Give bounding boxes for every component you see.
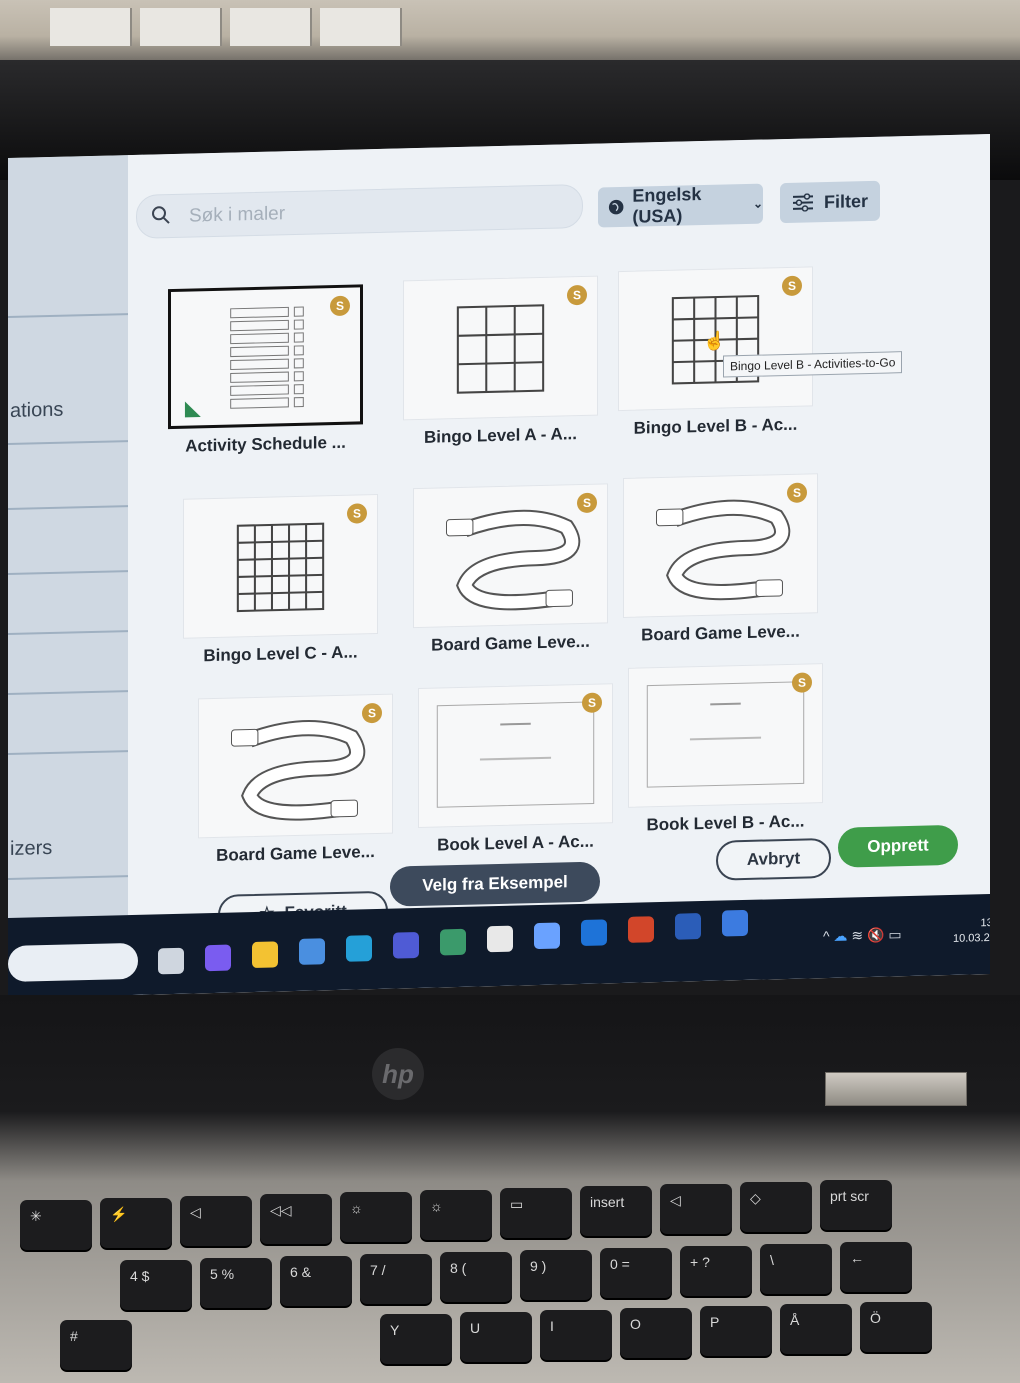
binder (230, 8, 312, 46)
create-label: Opprett (867, 835, 929, 856)
sidebar: ations izers (8, 154, 143, 998)
binder (320, 8, 402, 46)
cancel-label: Avbryt (746, 848, 801, 869)
binder (50, 8, 132, 46)
teams-icon[interactable] (393, 931, 419, 959)
template-card[interactable]: S Bingo Level A - A... (403, 275, 598, 449)
file-explorer-icon[interactable] (252, 941, 278, 969)
template-title: Book Level A - Ac... (437, 831, 594, 855)
example-label: Velg fra Eksempel (422, 872, 568, 895)
language-dropdown[interactable]: Engelsk (USA) ⌄ (598, 183, 763, 228)
chevron-down-icon: ⌄ (752, 196, 763, 211)
mouse-cursor: ☝ (703, 330, 726, 352)
store-icon[interactable] (299, 938, 325, 965)
template-card[interactable]: S Board Game Leve... (413, 483, 608, 656)
volume-muted-icon[interactable]: 🔇 (867, 927, 884, 943)
widgets-icon[interactable] (158, 947, 184, 975)
system-tray[interactable]: ^ ☁ ≋ 🔇 ▭ (823, 926, 902, 945)
language-label: Engelsk (USA) (632, 184, 702, 227)
template-title: Activity Schedule ... (185, 432, 346, 456)
template-thumbnail[interactable]: S (183, 493, 378, 639)
taskbar-search[interactable] (8, 942, 138, 982)
template-title: Bingo Level B - Ac... (633, 414, 798, 438)
battery-icon[interactable]: ▭ (888, 926, 901, 942)
clock-time: 13:19 (980, 916, 990, 930)
keyboard: ✳ ⚡ ◁ ◁◁ ☼ ☼ ▭ insert ◁ ◇ prt scr 4 $ 5 … (0, 1180, 1020, 1383)
template-thumbnail[interactable]: S (418, 683, 613, 828)
code-icon[interactable] (534, 922, 560, 950)
binder (140, 8, 222, 46)
template-thumbnail[interactable]: S (403, 275, 598, 421)
template-card[interactable]: S Board Game Leve... (198, 693, 393, 867)
template-title: Board Game Leve... (641, 621, 800, 645)
template-title: Bingo Level C - A... (203, 642, 358, 666)
app-icon[interactable] (440, 928, 466, 956)
search-input[interactable] (187, 193, 571, 231)
m365-icon[interactable] (205, 944, 231, 972)
template-thumbnail[interactable]: S (623, 473, 818, 618)
sidebar-item-label[interactable]: izers (10, 837, 52, 861)
template-title: Board Game Leve... (216, 842, 375, 865)
onedrive-icon[interactable]: ☁ (833, 927, 847, 943)
filter-label: Filter (824, 190, 869, 212)
template-card[interactable]: S Activity Schedule ... (168, 284, 363, 457)
template-card[interactable]: S Bingo Level B - Ac... (618, 266, 813, 439)
choose-from-example-button[interactable]: Velg fra Eksempel (390, 861, 600, 907)
sliders-icon (793, 193, 813, 212)
template-card[interactable]: S Book Level B - Ac... (628, 663, 823, 836)
template-thumbnail[interactable]: S (198, 693, 393, 839)
paint-icon[interactable] (487, 925, 513, 953)
app-icon[interactable] (722, 909, 748, 937)
word-icon[interactable] (675, 913, 701, 940)
sidebar-item-label[interactable]: ations (10, 399, 63, 423)
hp-logo: hp (372, 1048, 424, 1100)
outlook-icon[interactable] (581, 919, 607, 946)
template-card[interactable]: S Book Level A - Ac... (418, 683, 613, 856)
hinge (825, 1072, 967, 1106)
edge-icon[interactable] (346, 935, 372, 962)
wifi-icon[interactable]: ≋ (851, 927, 863, 943)
template-thumbnail[interactable]: S (168, 284, 363, 430)
template-card[interactable]: S Bingo Level C - A... (183, 493, 378, 667)
template-dialog: Engelsk (USA) ⌄ Filter SActivity Schedul… (128, 134, 990, 996)
template-thumbnail[interactable]: S (413, 483, 608, 629)
search-icon (152, 206, 170, 224)
template-card[interactable]: S Board Game Leve... (623, 473, 818, 646)
powerpoint-icon[interactable] (628, 916, 654, 943)
tooltip: Bingo Level B - Activities-to-Go (723, 351, 903, 378)
clock-date: 10.03.2026 (953, 931, 990, 945)
cancel-button[interactable]: Avbryt (716, 837, 831, 881)
laptop-screen: ations izers Engelsk (USA) ⌄ (8, 134, 990, 999)
create-button[interactable]: Opprett (838, 824, 958, 868)
template-title: Bingo Level A - A... (423, 424, 577, 447)
chevron-up-icon[interactable]: ^ (823, 928, 830, 944)
template-title: Book Level B - Ac... (646, 811, 805, 835)
filter-button[interactable]: Filter (780, 180, 880, 224)
search-box[interactable] (136, 183, 583, 239)
clock[interactable]: 13:19 10.03.2026 (953, 916, 990, 947)
template-thumbnail[interactable]: S (628, 663, 823, 808)
template-title: Board Game Leve... (431, 631, 590, 655)
globe-icon (608, 199, 624, 215)
